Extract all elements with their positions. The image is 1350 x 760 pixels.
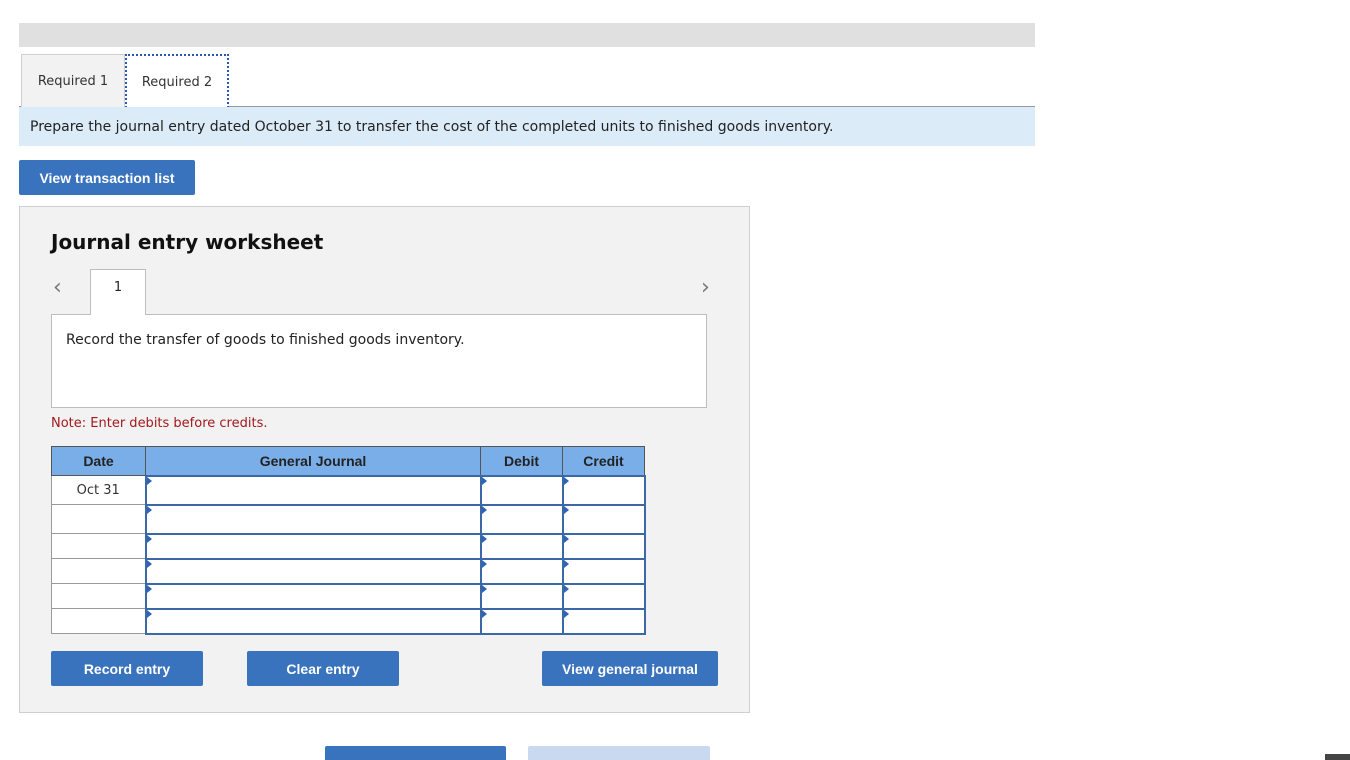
debit-input[interactable] xyxy=(479,607,564,635)
date-cell: Oct 31 xyxy=(51,475,146,505)
view-transaction-list-button[interactable]: View transaction list xyxy=(19,160,195,195)
corner-widget[interactable] xyxy=(1325,754,1350,760)
column-header-debit: Debit xyxy=(480,446,563,476)
credit-input[interactable] xyxy=(561,503,646,535)
debit-input[interactable] xyxy=(479,474,564,506)
chevron-left-icon[interactable]: ‹ xyxy=(53,275,62,300)
table-row xyxy=(51,557,646,585)
credit-input[interactable] xyxy=(561,532,646,560)
table-row xyxy=(51,503,646,535)
table-row xyxy=(51,532,646,560)
date-cell xyxy=(51,533,146,559)
required-tabs: Required 1 Required 2 xyxy=(19,54,1035,108)
worksheet-title: Journal entry worksheet xyxy=(51,230,324,254)
column-header-credit: Credit xyxy=(562,446,645,476)
debits-note: Note: Enter debits before credits. xyxy=(51,416,268,431)
debit-input[interactable] xyxy=(479,557,564,585)
entry-description: Record the transfer of goods to finished… xyxy=(51,314,707,408)
record-entry-button[interactable]: Record entry xyxy=(51,651,203,686)
date-cell xyxy=(51,583,146,609)
account-input[interactable] xyxy=(144,532,482,560)
previous-required-button[interactable] xyxy=(325,746,506,760)
chevron-right-icon[interactable]: › xyxy=(701,275,710,300)
credit-input[interactable] xyxy=(561,557,646,585)
account-input[interactable] xyxy=(144,607,482,635)
account-input[interactable] xyxy=(144,557,482,585)
column-header-date: Date xyxy=(51,446,146,476)
column-header-general-journal: General Journal xyxy=(145,446,481,476)
clear-entry-button[interactable]: Clear entry xyxy=(247,651,399,686)
debit-input[interactable] xyxy=(479,503,564,535)
tab-required-1[interactable]: Required 1 xyxy=(21,54,125,107)
account-input[interactable] xyxy=(144,474,482,506)
journal-table: Date General Journal Debit Credit Oct 31 xyxy=(51,446,646,635)
account-input[interactable] xyxy=(144,503,482,535)
top-bar xyxy=(19,23,1035,47)
credit-input[interactable] xyxy=(561,582,646,610)
table-row: Oct 31 xyxy=(51,474,646,506)
date-cell xyxy=(51,558,146,584)
next-required-button xyxy=(528,746,710,760)
instruction-text: Prepare the journal entry dated October … xyxy=(19,107,1035,146)
entry-tab-1[interactable]: 1 xyxy=(90,269,146,315)
account-input[interactable] xyxy=(144,582,482,610)
credit-input[interactable] xyxy=(561,474,646,506)
date-cell xyxy=(51,504,146,534)
table-row xyxy=(51,607,646,635)
tab-required-2[interactable]: Required 2 xyxy=(125,54,229,108)
debit-input[interactable] xyxy=(479,582,564,610)
view-general-journal-button[interactable]: View general journal xyxy=(542,651,718,686)
table-row xyxy=(51,582,646,610)
debit-input[interactable] xyxy=(479,532,564,560)
journal-entry-worksheet: Journal entry worksheet ‹ 1 › Record the… xyxy=(19,206,750,713)
credit-input[interactable] xyxy=(561,607,646,635)
date-cell xyxy=(51,608,146,634)
